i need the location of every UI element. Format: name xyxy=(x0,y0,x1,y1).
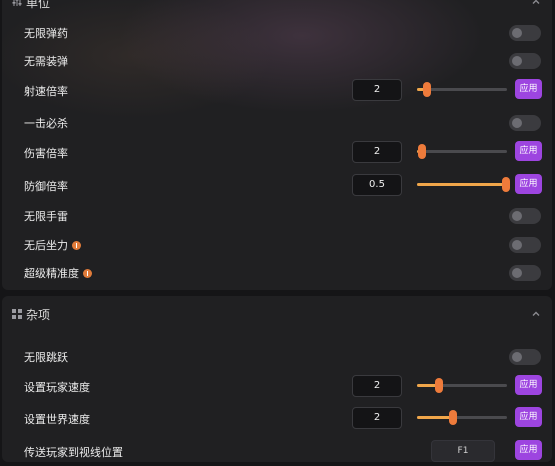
setting-label-text: 无限弹药 xyxy=(24,27,68,40)
setting-label-text: 传送玩家到视线位置 xyxy=(24,446,123,459)
setting-label: 设置玩家速度 xyxy=(24,379,90,395)
toggle-knob xyxy=(512,211,522,221)
setting-label: 伤害倍率 xyxy=(24,145,68,161)
setting-row: 无限跳跃 xyxy=(2,343,552,371)
setting-row: 无后坐力 xyxy=(2,231,552,259)
setting-label-text: 无需装弹 xyxy=(24,55,68,68)
toggle-knob xyxy=(512,268,522,278)
toggle-switch[interactable] xyxy=(509,115,541,131)
setting-label-text: 设置世界速度 xyxy=(24,413,90,426)
hotkey-field[interactable]: F1 xyxy=(431,440,495,462)
value-input[interactable]: 2 xyxy=(352,407,402,429)
setting-label-text: 一击必杀 xyxy=(24,117,68,130)
setting-row: 超级精准度 xyxy=(2,259,552,287)
value-slider[interactable] xyxy=(417,82,507,97)
setting-label-text: 伤害倍率 xyxy=(24,147,68,160)
setting-label-text: 无限手雷 xyxy=(24,210,68,223)
setting-label-text: 无限跳跃 xyxy=(24,351,68,364)
setting-row: 传送玩家到视线位置 F1 应用 xyxy=(2,438,552,466)
apply-button[interactable]: 应用 xyxy=(515,375,542,395)
slider-fill xyxy=(417,183,506,186)
slider-thumb[interactable] xyxy=(418,144,426,159)
toggle-switch[interactable] xyxy=(509,265,541,281)
setting-row: 无限手雷 xyxy=(2,202,552,230)
setting-label: 无后坐力 xyxy=(24,237,81,253)
setting-label: 超级精准度 xyxy=(24,265,92,281)
misc-section: 杂项 无限跳跃 设置玩家速度 2 应用 设置世界速度 2 应用 传送玩家到视线位置 F1 应用 xyxy=(2,296,552,462)
toggle-switch[interactable] xyxy=(509,53,541,69)
toggle-switch[interactable] xyxy=(509,349,541,365)
misc-section-title: 杂项 xyxy=(26,308,51,322)
value-input[interactable]: 0.5 xyxy=(352,174,402,196)
value-slider[interactable] xyxy=(417,410,507,425)
slider-thumb[interactable] xyxy=(449,410,457,425)
chevron-up-icon[interactable] xyxy=(530,308,542,320)
setting-label: 无限弹药 xyxy=(24,25,68,41)
value-input[interactable]: 2 xyxy=(352,141,402,163)
setting-label: 无限跳跃 xyxy=(24,349,68,365)
toggle-switch[interactable] xyxy=(509,237,541,253)
setting-label: 射速倍率 xyxy=(24,83,68,99)
setting-row: 防御倍率 0.5 应用 xyxy=(2,172,552,200)
setting-row: 无需装弹 xyxy=(2,47,552,75)
toggle-knob xyxy=(512,352,522,362)
toggle-knob xyxy=(512,56,522,66)
setting-row: 射速倍率 2 应用 xyxy=(2,77,552,105)
weapons-section: 单位 无限弹药 无需装弹 射速倍率 2 应用 一击必杀 伤害倍率 2 应用 防御倍率 0.5 应用 无限… xyxy=(2,0,552,290)
setting-label-text: 设置玩家速度 xyxy=(24,381,90,394)
slider-thumb[interactable] xyxy=(502,177,510,192)
setting-label: 无需装弹 xyxy=(24,53,68,69)
info-icon xyxy=(72,241,81,250)
setting-label: 一击必杀 xyxy=(24,115,68,131)
chevron-up-icon[interactable] xyxy=(530,0,542,8)
slider-thumb[interactable] xyxy=(435,378,443,393)
toggle-switch[interactable] xyxy=(509,25,541,41)
value-slider[interactable] xyxy=(417,144,507,159)
setting-row: 设置世界速度 2 应用 xyxy=(2,405,552,433)
value-input[interactable]: 2 xyxy=(352,79,402,101)
setting-label: 设置世界速度 xyxy=(24,411,90,427)
setting-label: 防御倍率 xyxy=(24,178,68,194)
setting-row: 伤害倍率 2 应用 xyxy=(2,139,552,167)
apply-button[interactable]: 应用 xyxy=(515,79,542,99)
info-icon xyxy=(83,269,92,278)
value-slider[interactable] xyxy=(417,177,510,192)
apply-button[interactable]: 应用 xyxy=(515,174,542,194)
weapons-section-header[interactable]: 单位 xyxy=(2,0,552,18)
setting-label-text: 射速倍率 xyxy=(24,85,68,98)
setting-label-text: 防御倍率 xyxy=(24,180,68,193)
value-input[interactable]: 2 xyxy=(352,375,402,397)
value-slider[interactable] xyxy=(417,378,507,393)
sliders-icon xyxy=(12,0,22,6)
grid-icon xyxy=(12,309,22,319)
toggle-knob xyxy=(512,240,522,250)
setting-row: 一击必杀 xyxy=(2,109,552,137)
apply-button[interactable]: 应用 xyxy=(515,440,542,460)
setting-row: 无限弹药 xyxy=(2,19,552,47)
apply-button[interactable]: 应用 xyxy=(515,407,542,427)
setting-label: 无限手雷 xyxy=(24,208,68,224)
setting-label: 传送玩家到视线位置 xyxy=(24,444,123,460)
slider-fill xyxy=(417,416,453,419)
toggle-switch[interactable] xyxy=(509,208,541,224)
slider-thumb[interactable] xyxy=(423,82,431,97)
setting-row: 设置玩家速度 2 应用 xyxy=(2,373,552,401)
misc-section-header[interactable]: 杂项 xyxy=(2,298,552,330)
apply-button[interactable]: 应用 xyxy=(515,141,542,161)
setting-label-text: 无后坐力 xyxy=(24,239,68,252)
weapons-section-title: 单位 xyxy=(26,0,51,10)
toggle-knob xyxy=(512,118,522,128)
setting-label-text: 超级精准度 xyxy=(24,267,79,280)
toggle-knob xyxy=(512,28,522,38)
